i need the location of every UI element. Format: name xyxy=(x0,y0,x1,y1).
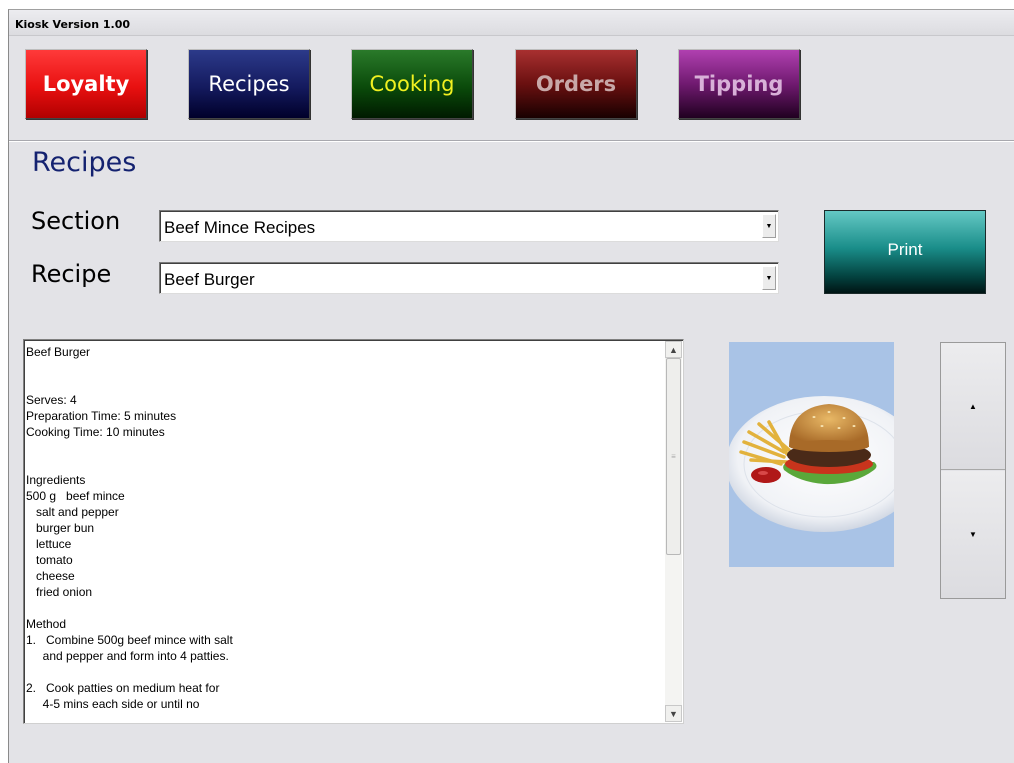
kiosk-window: Kiosk Version 1.00 Loyalty Recipes Cooki… xyxy=(8,9,1014,763)
recipe-text-area[interactable]: Beef Burger Serves: 4 Preparation Time: … xyxy=(23,339,684,724)
arrow-up-icon[interactable]: ▲ xyxy=(665,341,682,358)
header-divider-highlight xyxy=(9,141,1014,142)
section-select-value: Beef Mince Recipes xyxy=(164,218,316,237)
recipe-photo xyxy=(729,342,894,567)
chevron-down-icon[interactable]: ▼ xyxy=(762,266,776,290)
triangle-down-icon[interactable]: ▼ xyxy=(941,471,1005,598)
recipe-select-value: Beef Burger xyxy=(164,270,255,289)
burger-image xyxy=(729,342,894,567)
recipe-text: Beef Burger Serves: 4 Preparation Time: … xyxy=(26,345,233,711)
section-label: Section xyxy=(31,207,121,235)
nav-tipping-button[interactable]: Tipping xyxy=(678,49,800,119)
recipe-label: Recipe xyxy=(31,260,112,288)
nav-recipes-button[interactable]: Recipes xyxy=(188,49,310,119)
window-title: Kiosk Version 1.00 xyxy=(9,10,1014,36)
arrow-down-icon[interactable]: ▼ xyxy=(665,705,682,722)
nav-orders-button[interactable]: Orders xyxy=(515,49,637,119)
chevron-down-icon[interactable]: ▼ xyxy=(762,214,776,238)
section-select[interactable]: Beef Mince Recipes ▼ xyxy=(159,210,779,242)
page-title: Recipes xyxy=(32,147,137,178)
print-button[interactable]: Print xyxy=(824,210,986,294)
scrollbar-thumb[interactable]: ≡ xyxy=(666,358,681,555)
recipe-scrollbar[interactable]: ▲ ≡ ▼ xyxy=(665,341,682,722)
nav-cooking-button[interactable]: Cooking xyxy=(351,49,473,119)
triangle-up-icon[interactable]: ▲ xyxy=(941,343,1005,470)
scroll-step-panel: ▲ ▼ xyxy=(940,342,1006,599)
recipe-select[interactable]: Beef Burger ▼ xyxy=(159,262,779,294)
nav-loyalty-button[interactable]: Loyalty xyxy=(25,49,147,119)
